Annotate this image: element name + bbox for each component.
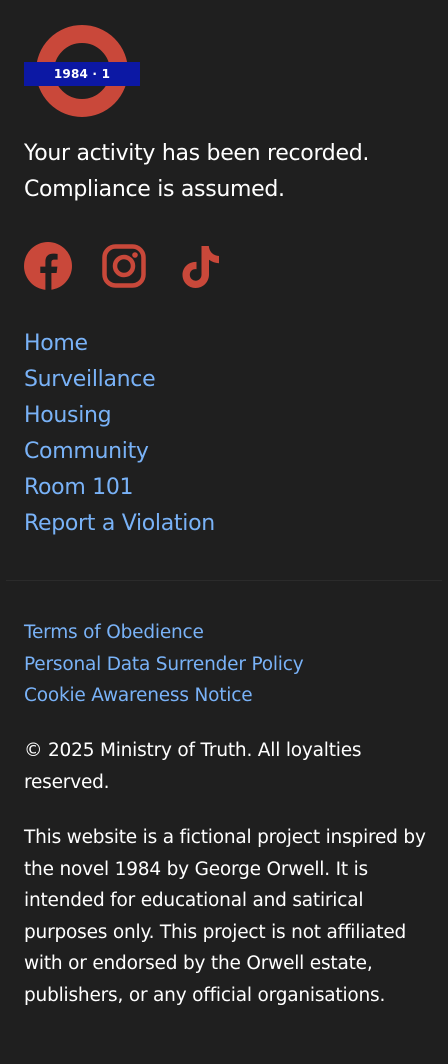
footer-nav: Home Surveillance Housing Community Room… [24,326,215,542]
nav-item-home: Home [24,326,215,362]
nav-link-report-violation[interactable]: Report a Violation [24,511,215,536]
nav-link-room-101[interactable]: Room 101 [24,475,134,500]
site-logo[interactable]: 1984 · 1 [24,24,140,118]
nav-link-home[interactable]: Home [24,331,88,356]
tagline-line-1: Your activity has been recorded. [24,141,370,166]
legal-item-cookies: Cookie Awareness Notice [24,680,303,712]
tagline-line-2: Compliance is assumed. [24,177,285,202]
nav-link-community[interactable]: Community [24,439,149,464]
legal-item-terms: Terms of Obedience [24,617,303,649]
legal-item-privacy: Personal Data Surrender Policy [24,649,304,681]
nav-item-report-violation: Report a Violation [24,506,215,542]
nav-item-community: Community [24,434,215,470]
facebook-link[interactable] [24,242,72,290]
social-links [24,242,252,290]
footer-divider [6,580,442,581]
nav-item-room-101: Room 101 [24,470,215,506]
nav-link-surveillance[interactable]: Surveillance [24,367,156,392]
facebook-icon [24,242,72,290]
terms-link[interactable]: Terms of Obedience [24,622,204,643]
privacy-policy-link[interactable]: Personal Data Surrender Policy [24,654,304,675]
instagram-link[interactable] [100,242,148,290]
logo-text: 1984 · 1 [53,67,111,81]
cookie-notice-link[interactable]: Cookie Awareness Notice [24,685,253,706]
tiktok-icon [182,246,219,288]
tagline: Your activity has been recorded. Complia… [24,136,434,208]
legal-links: Terms of Obedience Personal Data Surrend… [24,617,304,712]
nav-item-surveillance: Surveillance [24,362,215,398]
disclaimer-text: This website is a fictional project insp… [24,827,426,1006]
copyright-text: © 2025 Ministry of Truth. All loyalties … [24,740,362,793]
nav-item-housing: Housing [24,398,215,434]
instagram-icon [102,244,146,288]
nav-link-housing[interactable]: Housing [24,403,112,428]
tiktok-link[interactable] [176,242,224,290]
